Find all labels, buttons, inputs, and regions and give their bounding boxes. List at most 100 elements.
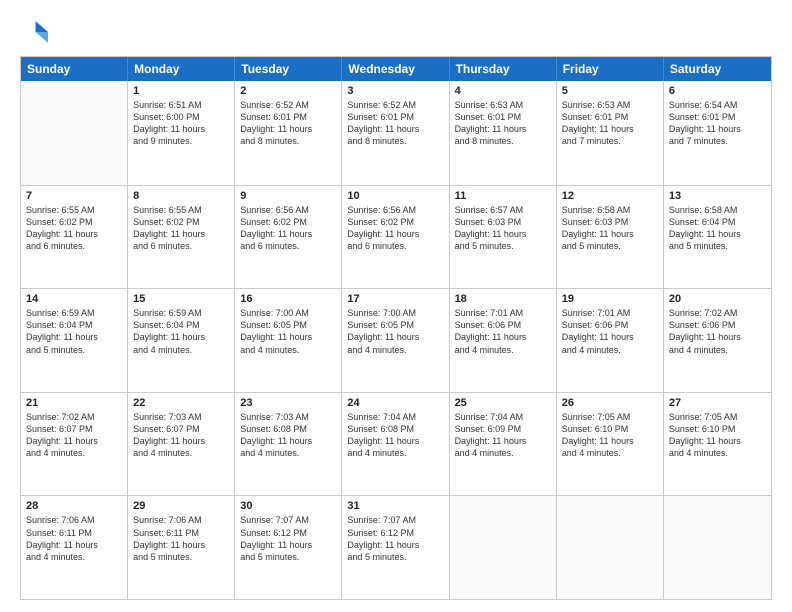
logo — [20, 18, 52, 46]
day-info: Sunrise: 7:00 AM Sunset: 6:05 PM Dayligh… — [347, 307, 443, 356]
calendar-cell: 19Sunrise: 7:01 AM Sunset: 6:06 PM Dayli… — [557, 289, 664, 392]
day-number: 4 — [455, 85, 551, 97]
calendar-cell — [557, 496, 664, 599]
page: SundayMondayTuesdayWednesdayThursdayFrid… — [0, 0, 792, 612]
day-info: Sunrise: 7:06 AM Sunset: 6:11 PM Dayligh… — [133, 514, 229, 563]
day-info: Sunrise: 6:55 AM Sunset: 6:02 PM Dayligh… — [133, 204, 229, 253]
day-number: 14 — [26, 293, 122, 305]
calendar-cell: 6 Sunrise: 6:54 AM Sunset: 6:01 PM Daylig… — [664, 81, 771, 185]
day-number: 29 — [133, 500, 229, 512]
calendar-cell: 31 Sunrise: 7:07 AM Sunset: 6:12 PM Dayli… — [342, 496, 449, 599]
calendar-body: 1Sunrise: 6:51 AM Sunset: 6:00 PM Daylig… — [21, 81, 771, 599]
day-number: 15 — [133, 293, 229, 305]
calendar-row: 14 Sunrise: 6:59 AM Sunset: 6:04 PM Dayli… — [21, 288, 771, 392]
day-number: 21 — [26, 397, 122, 409]
day-info: Sunrise: 7:05 AM Sunset: 6:10 PM Dayligh… — [562, 411, 658, 460]
day-info: Sunrise: 7:07 AM Sunset: 6:12 PM Dayligh… — [347, 514, 443, 563]
day-info: Sunrise: 7:00 AM Sunset: 6:05 PM Dayligh… — [240, 307, 336, 356]
day-info: Sunrise: 7:03 AM Sunset: 6:08 PM Dayligh… — [240, 411, 336, 460]
day-info: Sunrise: 7:01 AM Sunset: 6:06 PM Dayligh… — [562, 307, 658, 356]
calendar: SundayMondayTuesdayWednesdayThursdayFrid… — [20, 56, 772, 600]
day-number: 10 — [347, 190, 443, 202]
calendar-cell: 13 Sunrise: 6:58 AM Sunset: 6:04 PM Dayli… — [664, 186, 771, 289]
day-info: Sunrise: 7:02 AM Sunset: 6:06 PM Dayligh… — [669, 307, 766, 356]
cal-header-day: Tuesday — [235, 57, 342, 81]
day-info: Sunrise: 6:53 AM Sunset: 6:01 PM Dayligh… — [562, 99, 658, 148]
calendar-cell: 30 Sunrise: 7:07 AM Sunset: 6:12 PM Dayli… — [235, 496, 342, 599]
calendar-row: 1Sunrise: 6:51 AM Sunset: 6:00 PM Daylig… — [21, 81, 771, 185]
day-info: Sunrise: 6:55 AM Sunset: 6:02 PM Dayligh… — [26, 204, 122, 253]
day-info: Sunrise: 7:06 AM Sunset: 6:11 PM Dayligh… — [26, 514, 122, 563]
day-info: Sunrise: 7:04 AM Sunset: 6:08 PM Dayligh… — [347, 411, 443, 460]
day-info: Sunrise: 7:02 AM Sunset: 6:07 PM Dayligh… — [26, 411, 122, 460]
day-info: Sunrise: 6:51 AM Sunset: 6:00 PM Dayligh… — [133, 99, 229, 148]
calendar-cell: 24Sunrise: 7:04 AM Sunset: 6:08 PM Dayli… — [342, 393, 449, 496]
day-number: 27 — [669, 397, 766, 409]
cal-header-day: Monday — [128, 57, 235, 81]
day-info: Sunrise: 6:52 AM Sunset: 6:01 PM Dayligh… — [240, 99, 336, 148]
day-number: 13 — [669, 190, 766, 202]
calendar-cell: 29 Sunrise: 7:06 AM Sunset: 6:11 PM Dayli… — [128, 496, 235, 599]
calendar-row: 28 Sunrise: 7:06 AM Sunset: 6:11 PM Dayli… — [21, 495, 771, 599]
day-number: 18 — [455, 293, 551, 305]
calendar-header: SundayMondayTuesdayWednesdayThursdayFrid… — [21, 57, 771, 81]
day-number: 26 — [562, 397, 658, 409]
day-number: 12 — [562, 190, 658, 202]
calendar-cell: 1Sunrise: 6:51 AM Sunset: 6:00 PM Daylig… — [128, 81, 235, 185]
calendar-cell: 21 Sunrise: 7:02 AM Sunset: 6:07 PM Dayli… — [21, 393, 128, 496]
day-number: 9 — [240, 190, 336, 202]
calendar-cell: 20 Sunrise: 7:02 AM Sunset: 6:06 PM Dayli… — [664, 289, 771, 392]
calendar-cell: 15 Sunrise: 6:59 AM Sunset: 6:04 PM Dayli… — [128, 289, 235, 392]
calendar-cell: 16 Sunrise: 7:00 AM Sunset: 6:05 PM Dayli… — [235, 289, 342, 392]
day-info: Sunrise: 7:05 AM Sunset: 6:10 PM Dayligh… — [669, 411, 766, 460]
cal-header-day: Thursday — [450, 57, 557, 81]
calendar-cell: 14 Sunrise: 6:59 AM Sunset: 6:04 PM Dayli… — [21, 289, 128, 392]
calendar-row: 21 Sunrise: 7:02 AM Sunset: 6:07 PM Dayli… — [21, 392, 771, 496]
calendar-cell — [664, 496, 771, 599]
day-info: Sunrise: 6:58 AM Sunset: 6:03 PM Dayligh… — [562, 204, 658, 253]
day-info: Sunrise: 6:59 AM Sunset: 6:04 PM Dayligh… — [133, 307, 229, 356]
day-number: 8 — [133, 190, 229, 202]
calendar-cell: 18Sunrise: 7:01 AM Sunset: 6:06 PM Dayli… — [450, 289, 557, 392]
day-info: Sunrise: 7:04 AM Sunset: 6:09 PM Dayligh… — [455, 411, 551, 460]
day-info: Sunrise: 6:58 AM Sunset: 6:04 PM Dayligh… — [669, 204, 766, 253]
calendar-cell: 7 Sunrise: 6:55 AM Sunset: 6:02 PM Daylig… — [21, 186, 128, 289]
calendar-cell: 11Sunrise: 6:57 AM Sunset: 6:03 PM Dayli… — [450, 186, 557, 289]
day-number: 25 — [455, 397, 551, 409]
day-number: 16 — [240, 293, 336, 305]
cal-header-day: Saturday — [664, 57, 771, 81]
calendar-row: 7 Sunrise: 6:55 AM Sunset: 6:02 PM Daylig… — [21, 185, 771, 289]
calendar-cell: 25 Sunrise: 7:04 AM Sunset: 6:09 PM Dayli… — [450, 393, 557, 496]
day-number: 17 — [347, 293, 443, 305]
day-info: Sunrise: 6:53 AM Sunset: 6:01 PM Dayligh… — [455, 99, 551, 148]
day-number: 22 — [133, 397, 229, 409]
cal-header-day: Friday — [557, 57, 664, 81]
day-info: Sunrise: 6:52 AM Sunset: 6:01 PM Dayligh… — [347, 99, 443, 148]
day-number: 28 — [26, 500, 122, 512]
cal-header-day: Sunday — [21, 57, 128, 81]
header — [20, 18, 772, 46]
calendar-cell: 28 Sunrise: 7:06 AM Sunset: 6:11 PM Dayli… — [21, 496, 128, 599]
day-number: 5 — [562, 85, 658, 97]
day-number: 7 — [26, 190, 122, 202]
day-info: Sunrise: 6:59 AM Sunset: 6:04 PM Dayligh… — [26, 307, 122, 356]
day-number: 30 — [240, 500, 336, 512]
day-number: 20 — [669, 293, 766, 305]
day-info: Sunrise: 7:03 AM Sunset: 6:07 PM Dayligh… — [133, 411, 229, 460]
calendar-cell: 26 Sunrise: 7:05 AM Sunset: 6:10 PM Dayli… — [557, 393, 664, 496]
calendar-cell: 17 Sunrise: 7:00 AM Sunset: 6:05 PM Dayli… — [342, 289, 449, 392]
cal-header-day: Wednesday — [342, 57, 449, 81]
day-number: 3 — [347, 85, 443, 97]
day-number: 6 — [669, 85, 766, 97]
day-number: 2 — [240, 85, 336, 97]
day-info: Sunrise: 6:56 AM Sunset: 6:02 PM Dayligh… — [347, 204, 443, 253]
calendar-cell: 9Sunrise: 6:56 AM Sunset: 6:02 PM Daylig… — [235, 186, 342, 289]
day-info: Sunrise: 7:07 AM Sunset: 6:12 PM Dayligh… — [240, 514, 336, 563]
day-info: Sunrise: 6:54 AM Sunset: 6:01 PM Dayligh… — [669, 99, 766, 148]
calendar-cell: 8 Sunrise: 6:55 AM Sunset: 6:02 PM Daylig… — [128, 186, 235, 289]
calendar-cell: 12 Sunrise: 6:58 AM Sunset: 6:03 PM Dayli… — [557, 186, 664, 289]
day-number: 31 — [347, 500, 443, 512]
calendar-cell: 22 Sunrise: 7:03 AM Sunset: 6:07 PM Dayli… — [128, 393, 235, 496]
calendar-cell: 5 Sunrise: 6:53 AM Sunset: 6:01 PM Daylig… — [557, 81, 664, 185]
calendar-cell — [21, 81, 128, 185]
